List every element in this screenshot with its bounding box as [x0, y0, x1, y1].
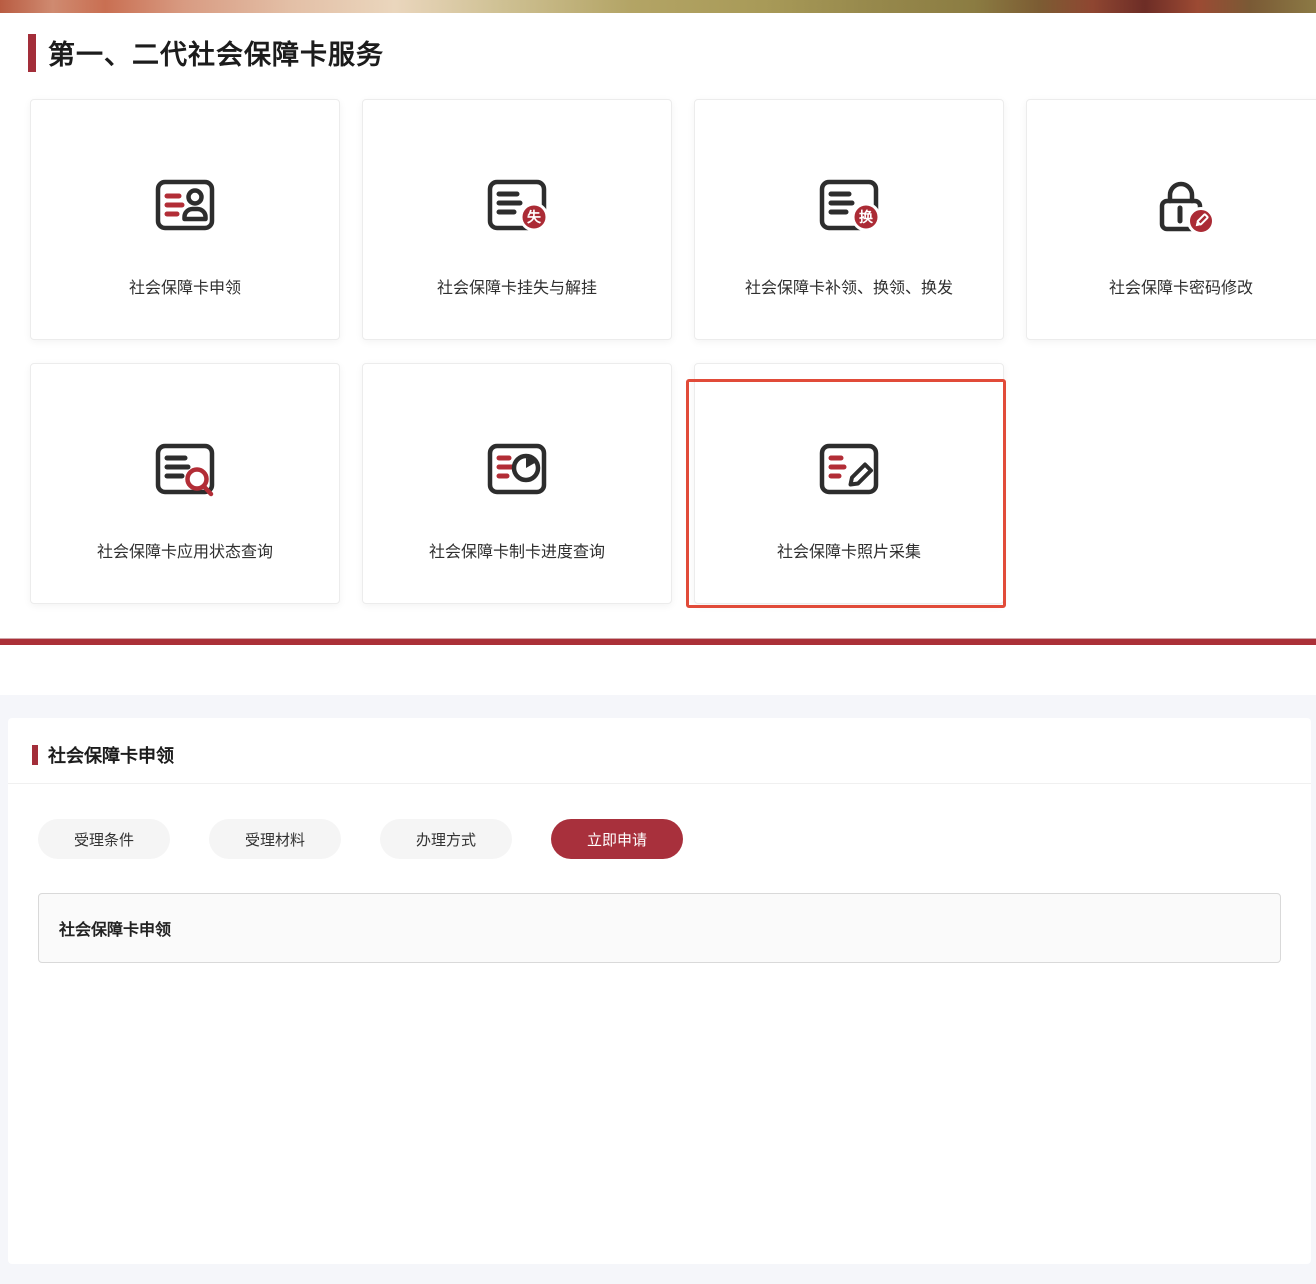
card-loss-icon: 失	[479, 174, 555, 236]
panel-title-accent-bar	[32, 745, 38, 765]
card-progress-icon	[479, 438, 555, 500]
panel-header-divider	[8, 783, 1311, 784]
section-divider	[0, 638, 1316, 645]
service-card-grid: 社会保障卡申领 失 社会保障卡挂失与解挂 换	[30, 99, 1316, 604]
service-card-status-query[interactable]: 社会保障卡应用状态查询	[30, 363, 340, 604]
service-card-label: 社会保障卡制卡进度查询	[429, 538, 605, 562]
service-card-label: 社会保障卡应用状态查询	[97, 538, 273, 562]
service-card-password[interactable]: 社会保障卡密码修改	[1026, 99, 1316, 340]
section-title-row: 第一、二代社会保障卡服务	[28, 33, 1316, 72]
service-card-apply[interactable]: 社会保障卡申领	[30, 99, 340, 340]
service-card-label: 社会保障卡挂失与解挂	[437, 274, 597, 298]
section-title: 第一、二代社会保障卡服务	[48, 33, 384, 72]
service-card-label: 社会保障卡密码修改	[1109, 274, 1253, 298]
detail-content-box: 社会保障卡申领	[38, 893, 1281, 963]
tab-acceptance-conditions[interactable]: 受理条件	[38, 819, 170, 859]
service-card-loss-report[interactable]: 失 社会保障卡挂失与解挂	[362, 99, 672, 340]
detail-tabs: 受理条件 受理材料 办理方式 立即申请	[38, 819, 1311, 859]
title-accent-bar	[28, 34, 36, 72]
lock-edit-icon	[1143, 174, 1219, 236]
service-card-replace[interactable]: 换 社会保障卡补领、换领、换发	[694, 99, 1004, 340]
badge-glyph: 失	[527, 209, 542, 225]
card-photo-edit-icon	[811, 438, 887, 500]
service-card-photo-capture[interactable]: 社会保障卡照片采集	[694, 363, 1004, 604]
decorative-photo-strip	[0, 0, 1316, 13]
detail-panel-header: 社会保障卡申领	[8, 718, 1311, 783]
service-card-label: 社会保障卡申领	[129, 274, 241, 298]
tab-handling-method[interactable]: 办理方式	[380, 819, 512, 859]
service-card-progress-query[interactable]: 社会保障卡制卡进度查询	[362, 363, 672, 604]
card-search-icon	[147, 438, 223, 500]
detail-content-heading: 社会保障卡申领	[59, 916, 171, 940]
badge-glyph: 换	[859, 209, 874, 225]
service-card-label: 社会保障卡补领、换领、换发	[745, 274, 953, 298]
detail-section-background: 社会保障卡申领 受理条件 受理材料 办理方式 立即申请 社会保障卡申领	[0, 695, 1316, 1284]
detail-panel: 社会保障卡申领 受理条件 受理材料 办理方式 立即申请 社会保障卡申领	[8, 718, 1311, 1264]
service-card-label: 社会保障卡照片采集	[777, 538, 921, 562]
panel-title: 社会保障卡申领	[48, 742, 174, 768]
tab-required-materials[interactable]: 受理材料	[209, 819, 341, 859]
tab-apply-now[interactable]: 立即申请	[551, 819, 683, 859]
id-card-person-icon	[147, 174, 223, 236]
card-replace-icon: 换	[811, 174, 887, 236]
